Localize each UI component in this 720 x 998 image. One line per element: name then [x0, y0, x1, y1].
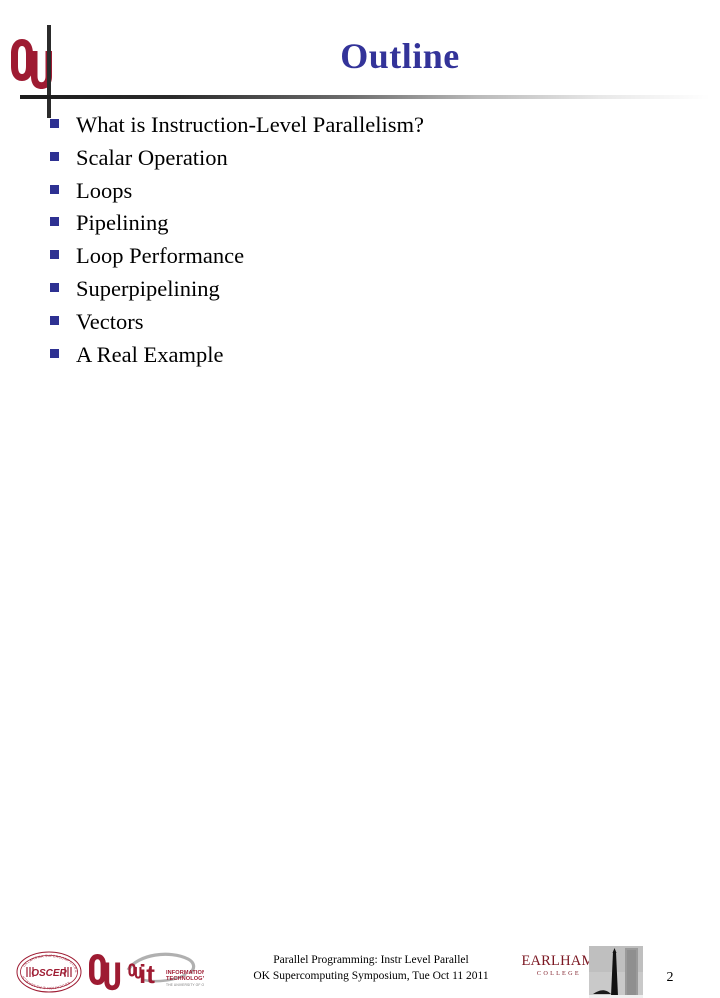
ou-information-technology-logo-icon: it INFORMATION TECHNOLOGY THE UNIVERSITY…: [126, 950, 222, 992]
square-bullet-icon: [50, 217, 59, 227]
slide-canvas: Outline What is Instruction-Level Parall…: [0, 0, 720, 998]
page-title: Outline: [340, 36, 460, 76]
list-item-label: A Real Example: [76, 341, 224, 367]
list-item-label: What is Instruction-Level Parallelism?: [76, 112, 425, 137]
it-line2: TECHNOLOGY: [166, 976, 204, 982]
square-bullet-icon: [50, 151, 59, 161]
list-item: Loops: [50, 177, 670, 213]
oscer-wordmark: OSCER: [31, 968, 67, 979]
footer-caption-line1: Parallel Programming: Instr Level Parall…: [273, 954, 469, 966]
list-item: Pipelining: [50, 212, 670, 245]
it-wordmark: it: [139, 959, 155, 989]
oscer-logo-icon: OKLAHOMA SUPERCOMPUTING CENTER FOR EDUCA…: [15, 948, 82, 993]
list-item: A Real Example: [50, 341, 670, 377]
earlham-college-logo-icon: EARLHAM C O L L E G E: [520, 951, 596, 979]
vertical-rule: [47, 25, 51, 118]
it-line3: THE UNIVERSITY OF OKLAHOMA: [166, 983, 204, 987]
list-item: What is Instruction-Level Parallelism?: [50, 112, 670, 147]
footer-caption: Parallel Programming: Instr Level Parall…: [206, 953, 536, 984]
outline-list: What is Instruction-Level Parallelism? S…: [50, 112, 670, 377]
list-item-label: Vectors: [76, 308, 144, 334]
list-item-label: Pipelining: [76, 210, 169, 236]
earlham-wordmark: EARLHAM: [521, 953, 594, 969]
monument-photo: [589, 946, 643, 998]
footer-caption-line2: OK Supercomputing Symposium, Tue Oct 11 …: [253, 969, 489, 982]
earlham-subwordmark: C O L L E G E: [537, 970, 579, 977]
list-item: Loop Performance: [50, 245, 670, 278]
page-number: 2: [666, 970, 674, 985]
square-bullet-icon: [50, 119, 59, 128]
square-bullet-icon: [50, 282, 59, 292]
list-item: Vectors: [50, 308, 670, 344]
list-item-label: Loops: [76, 177, 133, 203]
list-item-label: Loop Performance: [76, 243, 245, 269]
square-bullet-icon: [50, 184, 59, 194]
ou-logo-icon: [88, 953, 122, 991]
square-bullet-icon: [50, 250, 59, 260]
square-bullet-icon: [50, 348, 59, 358]
list-item-label: Scalar Operation: [76, 144, 228, 170]
list-item-label: Superpipelining: [76, 275, 220, 301]
slide-footer: OKLAHOMA SUPERCOMPUTING CENTER FOR EDUCA…: [0, 470, 720, 998]
list-item: Superpipelining: [50, 275, 670, 311]
square-bullet-icon: [50, 315, 59, 325]
list-item: Scalar Operation: [50, 144, 670, 180]
horizontal-gradient-rule: [20, 95, 710, 99]
